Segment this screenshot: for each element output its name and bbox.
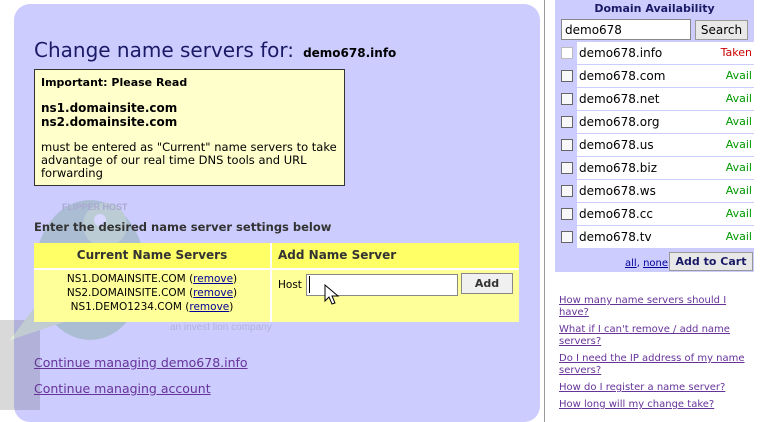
domain-status: Avail	[725, 184, 752, 197]
notice-body: must be entered as "Current" name server…	[41, 140, 337, 180]
domain-row: demo678.us Avail	[555, 134, 754, 156]
domain-availability-title: Domain Availability	[594, 2, 715, 15]
domain-name-cell: demo678.org Avail	[577, 111, 754, 133]
domain-search-input[interactable]	[561, 19, 691, 40]
text-cursor	[309, 276, 310, 293]
column-divider	[270, 243, 272, 322]
domain-row: demo678.info Taken	[555, 42, 754, 64]
page-title-domain: demo678.info	[303, 46, 397, 60]
domain-row: demo678.tv Avail	[555, 226, 754, 248]
domain-name: demo678.cc	[579, 207, 653, 221]
domain-availability-panel: Domain Availability Search demo678.info …	[555, 0, 754, 272]
name-server-row: NS1.DEMO1234.COM (remove)	[70, 301, 234, 313]
sidebar-divider	[544, 0, 545, 422]
name-server-value: NS1.DOMAINSITE.COM	[66, 273, 186, 285]
domain-name: demo678.ws	[579, 184, 656, 198]
domain-checkbox[interactable]	[561, 208, 573, 220]
domain-checkbox	[561, 47, 573, 59]
page: FlipperHost an invest lion company FLIPP…	[0, 0, 776, 422]
select-separator: ,	[636, 258, 640, 269]
domain-status: Avail	[725, 138, 752, 151]
notice-ns1: ns1.domainsite.com	[41, 101, 178, 115]
host-label: Host :	[278, 279, 309, 291]
continue-managing-domain-link[interactable]: Continue managing demo678.info	[34, 355, 248, 370]
name-server-row: NS1.DOMAINSITE.COM (remove)	[66, 273, 238, 285]
mouse-pointer-icon	[324, 284, 340, 305]
page-title: Change name servers for: demo678.info	[34, 38, 396, 62]
domain-name: demo678.biz	[579, 161, 657, 175]
domain-name: demo678.com	[579, 69, 666, 83]
name-server-table: Current Name Servers Add Name Server NS1…	[34, 243, 519, 322]
domain-status: Avail	[725, 161, 752, 174]
select-all-link[interactable]: all	[625, 258, 637, 269]
settings-heading: Enter the desired name server settings b…	[34, 220, 332, 234]
name-server-value: NS1.DEMO1234.COM	[70, 301, 182, 313]
remove-ns-link[interactable]: remove	[189, 301, 229, 313]
faq-link[interactable]: Do I need the IP address of my name serv…	[559, 353, 754, 377]
domain-status: Avail	[725, 115, 752, 128]
column-header-current: Current Name Servers	[34, 243, 270, 268]
domain-status: Avail	[725, 92, 752, 105]
domain-name: demo678.us	[579, 138, 654, 152]
domain-checkbox[interactable]	[561, 231, 573, 243]
continue-managing-account-link[interactable]: Continue managing account	[34, 381, 211, 396]
domain-checkbox[interactable]	[561, 116, 573, 128]
domain-status: Taken	[720, 46, 752, 59]
domain-name-cell: demo678.com Avail	[577, 65, 754, 87]
domain-name: demo678.tv	[579, 230, 652, 244]
domain-name: demo678.net	[579, 92, 660, 106]
domain-status: Avail	[725, 230, 752, 243]
domain-row: demo678.net Avail	[555, 88, 754, 110]
domain-checkbox[interactable]	[561, 162, 573, 174]
domain-checkbox[interactable]	[561, 93, 573, 105]
faq-link[interactable]: How long will my change take?	[559, 399, 754, 411]
domain-search-button[interactable]: Search	[695, 20, 748, 40]
page-title-text: Change name servers for:	[34, 38, 294, 62]
domain-status: Avail	[725, 207, 752, 220]
row-divider	[34, 268, 519, 270]
domain-checkbox[interactable]	[561, 70, 573, 82]
remove-ns-link[interactable]: remove	[193, 273, 233, 285]
name-server-value: NS2.DOMAINSITE.COM	[66, 287, 186, 299]
faq-link[interactable]: What if I can't remove / add name server…	[559, 324, 754, 348]
name-server-row: NS2.DOMAINSITE.COM (remove)	[66, 287, 238, 299]
domain-row: demo678.com Avail	[555, 65, 754, 87]
domain-name-cell: demo678.info Taken	[577, 42, 754, 64]
add-to-cart-button[interactable]: Add to Cart	[669, 252, 753, 271]
remove-ns-link[interactable]: remove	[193, 287, 233, 299]
domain-name: demo678.info	[579, 46, 663, 60]
select-none-link[interactable]: none	[643, 258, 668, 269]
domain-name-cell: demo678.ws Avail	[577, 180, 754, 202]
faq-link[interactable]: How do I register a name server?	[559, 382, 754, 394]
domain-row: demo678.cc Avail	[555, 203, 754, 225]
current-name-servers: NS1.DOMAINSITE.COM (remove) NS2.DOMAINSI…	[34, 272, 270, 314]
domain-name-cell: demo678.us Avail	[577, 134, 754, 156]
domain-checkbox[interactable]	[561, 139, 573, 151]
add-name-server-button[interactable]: Add	[461, 273, 513, 294]
select-links: all, none	[625, 258, 668, 269]
domain-name-cell: demo678.net Avail	[577, 88, 754, 110]
domain-row: demo678.ws Avail	[555, 180, 754, 202]
domain-name-cell: demo678.cc Avail	[577, 203, 754, 225]
column-header-add: Add Name Server	[272, 243, 519, 268]
notice-ns2: ns2.domainsite.com	[41, 115, 178, 129]
domain-status: Avail	[725, 69, 752, 82]
domain-checkbox[interactable]	[561, 185, 573, 197]
notice-title: Important: Please Read	[41, 76, 188, 89]
domain-name-cell: demo678.tv Avail	[577, 226, 754, 248]
domain-row: demo678.biz Avail	[555, 157, 754, 179]
domain-row: demo678.org Avail	[555, 111, 754, 133]
domain-name: demo678.org	[579, 115, 660, 129]
notice-box: Important: Please Read ns1.domainsite.co…	[34, 69, 345, 186]
domain-name-cell: demo678.biz Avail	[577, 157, 754, 179]
faq-link[interactable]: How many name servers should I have?	[559, 295, 754, 319]
